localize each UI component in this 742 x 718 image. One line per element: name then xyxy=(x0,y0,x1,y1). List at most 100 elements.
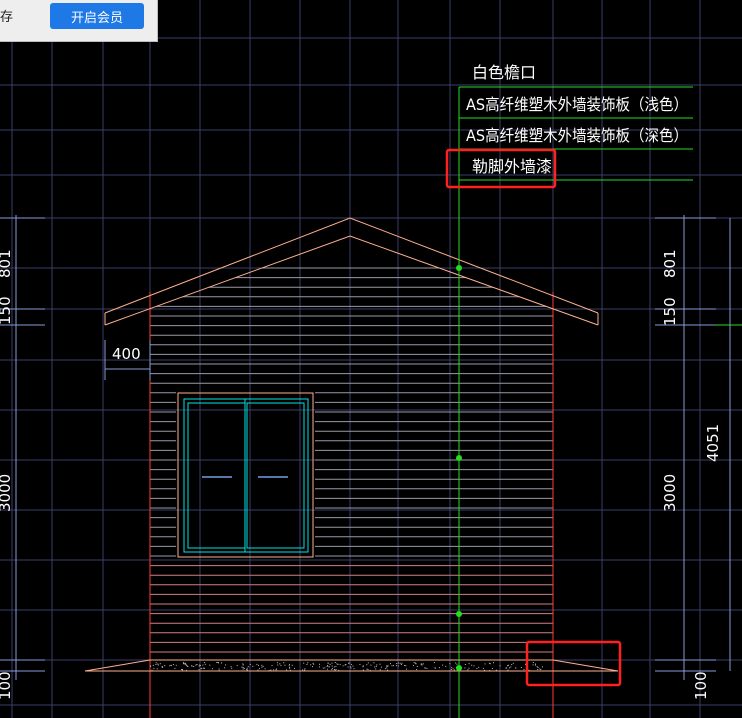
plinth-dot xyxy=(542,666,543,668)
plinth-dot xyxy=(387,669,389,671)
plinth-dot xyxy=(512,662,514,664)
plinth-dot xyxy=(221,662,222,664)
material-legend: 白色檐口 AS高纤维塑木外墙装饰板（浅色） AS高纤维塑木外墙装饰板（深色） 勒… xyxy=(466,63,688,176)
dim-right-100: 100 xyxy=(692,671,710,700)
plinth-dot xyxy=(258,664,259,666)
plinth-dot xyxy=(366,664,368,666)
plinth-dot xyxy=(539,668,541,670)
plinth-dot xyxy=(335,666,337,668)
plinth-dot xyxy=(352,665,354,667)
save-label[interactable]: 存 xyxy=(0,6,13,25)
plinth-dot xyxy=(468,663,470,665)
plinth-dot xyxy=(455,662,457,664)
plinth-dot xyxy=(338,669,340,671)
plinth-dot xyxy=(174,667,176,669)
cad-drawing-canvas[interactable]: 白色檐口 AS高纤维塑木外墙装饰板（浅色） AS高纤维塑木外墙装饰板（深色） 勒… xyxy=(0,0,742,718)
plinth-dot xyxy=(322,667,324,669)
plinth-dot xyxy=(426,667,428,669)
plinth-dot xyxy=(164,665,166,667)
plinth-dot xyxy=(319,666,320,668)
dim-offset-400: 400 xyxy=(112,345,141,363)
plinth-dot xyxy=(327,662,329,664)
plinth-dot xyxy=(327,665,329,666)
plinth-dot xyxy=(424,667,426,669)
plinth-dot xyxy=(203,667,205,669)
dim-overall-4051: 4051 xyxy=(704,424,722,462)
plinth-dot xyxy=(508,664,509,666)
plinth-dot xyxy=(326,668,328,670)
plinth-dot xyxy=(193,666,195,667)
plinth-dot xyxy=(476,668,478,669)
plinth-dot xyxy=(495,669,497,671)
plinth-dot xyxy=(375,668,377,670)
plinth-dot xyxy=(362,666,364,668)
plinth-dot xyxy=(256,663,258,665)
plinth-dot xyxy=(201,667,203,669)
plinth-dot xyxy=(452,668,454,670)
plinth-dot xyxy=(379,663,381,665)
plinth-dot xyxy=(200,668,202,670)
dim-left-150: 150 xyxy=(0,296,14,325)
plinth-dot xyxy=(532,664,534,666)
plinth-dot xyxy=(304,669,306,671)
plinth-dot xyxy=(390,663,391,665)
dim-right-150: 150 xyxy=(661,297,679,326)
plinth-dot xyxy=(353,668,355,670)
plinth-dot xyxy=(242,667,244,668)
plinth-dot xyxy=(268,670,270,671)
plinth-dot xyxy=(434,667,436,669)
plinth-dot xyxy=(507,665,508,667)
plinth-dot xyxy=(151,669,153,671)
plinth-dot xyxy=(224,667,226,669)
plinth-dot xyxy=(185,663,187,665)
plinth-dot xyxy=(306,664,308,665)
plinth-dot xyxy=(186,669,187,671)
plinth-dot xyxy=(277,664,279,666)
plinth-dot xyxy=(225,664,227,666)
plinth-dot xyxy=(396,663,398,664)
plinth-dot xyxy=(181,669,183,670)
plinth-dot xyxy=(329,663,331,665)
plinth-dot xyxy=(328,666,330,668)
plinth-dot xyxy=(289,669,291,671)
plinth-dot xyxy=(257,669,259,671)
plinth-dot xyxy=(331,668,333,670)
plinth-dot xyxy=(289,667,291,669)
plinth-dot xyxy=(152,664,154,666)
plinth-dot xyxy=(241,666,243,668)
plinth-dot xyxy=(404,665,406,666)
plinth-dot xyxy=(348,662,349,664)
plinth-dot xyxy=(150,665,151,667)
plinth-dot xyxy=(198,665,200,667)
plinth-dot xyxy=(484,669,485,671)
plinth-dot xyxy=(275,668,277,670)
dim-right-3000: 3000 xyxy=(661,474,679,512)
plinth-dot xyxy=(196,664,198,665)
plinth-dot xyxy=(283,662,285,664)
top-toolbar: 存 开启会员 xyxy=(0,0,158,42)
plinth-dot xyxy=(509,667,510,669)
plinth-dot xyxy=(211,668,213,670)
plinth-dot xyxy=(334,662,336,663)
plinth-dot xyxy=(369,669,371,671)
plinth-dot xyxy=(182,669,184,671)
plinth-dot xyxy=(412,665,414,667)
plinth-dot xyxy=(294,667,295,669)
plinth-dot xyxy=(399,662,401,664)
plinth-dot xyxy=(153,668,155,670)
plinth-dot xyxy=(373,662,375,664)
plinth-dot xyxy=(420,663,422,665)
plinth-dot xyxy=(331,662,333,664)
plinth-dot xyxy=(421,664,423,666)
plinth-dot xyxy=(218,668,220,670)
plinth-dot xyxy=(362,669,364,671)
plinth-dot xyxy=(159,663,161,665)
plinth-dot xyxy=(175,664,177,666)
plinth-dot xyxy=(242,668,244,670)
plinth-dot xyxy=(484,663,486,665)
plinth-dot xyxy=(464,667,466,669)
plinth-dot xyxy=(344,664,346,666)
plinth-dot xyxy=(218,669,220,671)
open-membership-button[interactable]: 开启会员 xyxy=(50,3,144,29)
plinth-dot xyxy=(264,668,266,670)
